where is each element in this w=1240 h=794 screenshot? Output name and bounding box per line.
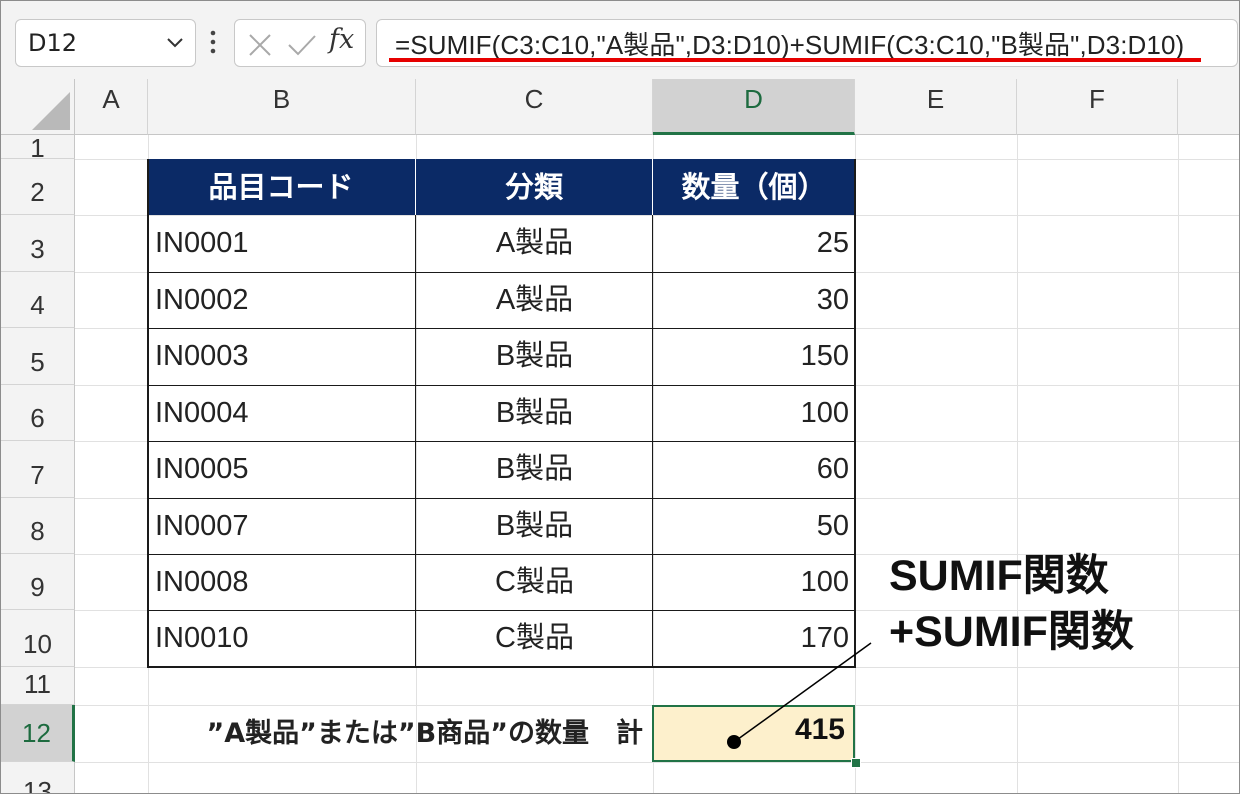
annotation-line-1: SUMIF関数 <box>889 552 1109 600</box>
column-header-a[interactable]: A <box>75 79 148 135</box>
cell-code[interactable]: IN0003 <box>148 328 416 384</box>
column-header-e[interactable]: E <box>855 79 1017 135</box>
formula-bar-area: D12 fx =SUMIF(C3:C10,"A製品",D3:D10)+SUMIF… <box>1 1 1239 79</box>
row-header-12[interactable]: 12 <box>1 705 75 762</box>
close-icon[interactable] <box>247 32 273 58</box>
formula-text: =SUMIF(C3:C10,"A製品",D3:D10)+SUMIF(C3:C10… <box>395 30 1185 60</box>
formula-buttons: fx <box>234 19 366 67</box>
row-header-8[interactable]: 8 <box>1 498 75 554</box>
cell-code[interactable]: IN0008 <box>148 554 416 610</box>
table-header-quantity[interactable]: 数量（個） <box>653 159 855 215</box>
cell-code[interactable]: IN0005 <box>148 441 416 497</box>
column-header-f[interactable]: F <box>1017 79 1178 135</box>
row-header-5[interactable]: 5 <box>1 328 75 385</box>
checkmark-icon[interactable] <box>287 32 317 58</box>
cell-category[interactable]: B製品 <box>416 385 653 441</box>
row-header-10[interactable]: 10 <box>1 610 75 667</box>
formula-underline <box>389 58 1201 62</box>
more-options-icon[interactable] <box>208 27 218 57</box>
fill-handle[interactable] <box>851 758 861 768</box>
cell-code[interactable]: IN0010 <box>148 610 416 666</box>
cell-category[interactable]: B製品 <box>416 328 653 384</box>
column-header-c[interactable]: C <box>416 79 653 135</box>
cell-category[interactable]: A製品 <box>416 272 653 328</box>
row-header-7[interactable]: 7 <box>1 441 75 498</box>
summary-cell-d12[interactable]: 415 <box>652 705 855 762</box>
cell-quantity[interactable]: 50 <box>653 498 855 554</box>
summary-label[interactable]: ”A製品”または”B商品”の数量 計 <box>151 707 649 763</box>
cell-code[interactable]: IN0004 <box>148 385 416 441</box>
cell-code[interactable]: IN0007 <box>148 498 416 554</box>
cell-code[interactable]: IN0002 <box>148 272 416 328</box>
cell-quantity[interactable]: 30 <box>653 272 855 328</box>
row-header-2[interactable]: 2 <box>1 159 75 215</box>
insert-function-icon[interactable]: fx <box>329 24 354 55</box>
cell-quantity[interactable]: 150 <box>653 328 855 384</box>
cell-category[interactable]: B製品 <box>416 498 653 554</box>
cell-category[interactable]: A製品 <box>416 215 653 271</box>
table-header-code[interactable]: 品目コード <box>147 159 416 215</box>
row-header-6[interactable]: 6 <box>1 385 75 441</box>
cell-quantity[interactable]: 170 <box>653 610 855 666</box>
row-header-3[interactable]: 3 <box>1 215 75 272</box>
table-header-category[interactable]: 分類 <box>416 159 653 215</box>
row-header-13[interactable]: 13 <box>1 762 75 793</box>
cell-quantity[interactable]: 100 <box>653 385 855 441</box>
row-header-1[interactable]: 1 <box>1 133 75 163</box>
annotation-line-2: +SUMIF関数 <box>889 608 1134 656</box>
column-header-d[interactable]: D <box>653 79 855 135</box>
row-header-9[interactable]: 9 <box>1 554 75 610</box>
summary-value: 415 <box>794 713 845 746</box>
cell-quantity[interactable]: 60 <box>653 441 855 497</box>
column-header-g[interactable] <box>1178 79 1239 135</box>
row-header-11[interactable]: 11 <box>1 667 75 705</box>
name-box-value: D12 <box>28 29 78 57</box>
select-all-button[interactable] <box>1 79 75 135</box>
row-header-4[interactable]: 4 <box>1 272 75 328</box>
name-box[interactable]: D12 <box>15 19 196 67</box>
cell-quantity[interactable]: 100 <box>653 554 855 610</box>
excel-window: D12 fx =SUMIF(C3:C10,"A製品",D3:D10)+SUMIF… <box>0 0 1240 794</box>
cell-category[interactable]: C製品 <box>416 554 653 610</box>
cell-category[interactable]: C製品 <box>416 610 653 666</box>
cell-category[interactable]: B製品 <box>416 441 653 497</box>
column-header-b[interactable]: B <box>148 79 416 135</box>
chevron-down-icon[interactable] <box>165 33 185 53</box>
cell-code[interactable]: IN0001 <box>148 215 416 271</box>
cell-quantity[interactable]: 25 <box>653 215 855 271</box>
